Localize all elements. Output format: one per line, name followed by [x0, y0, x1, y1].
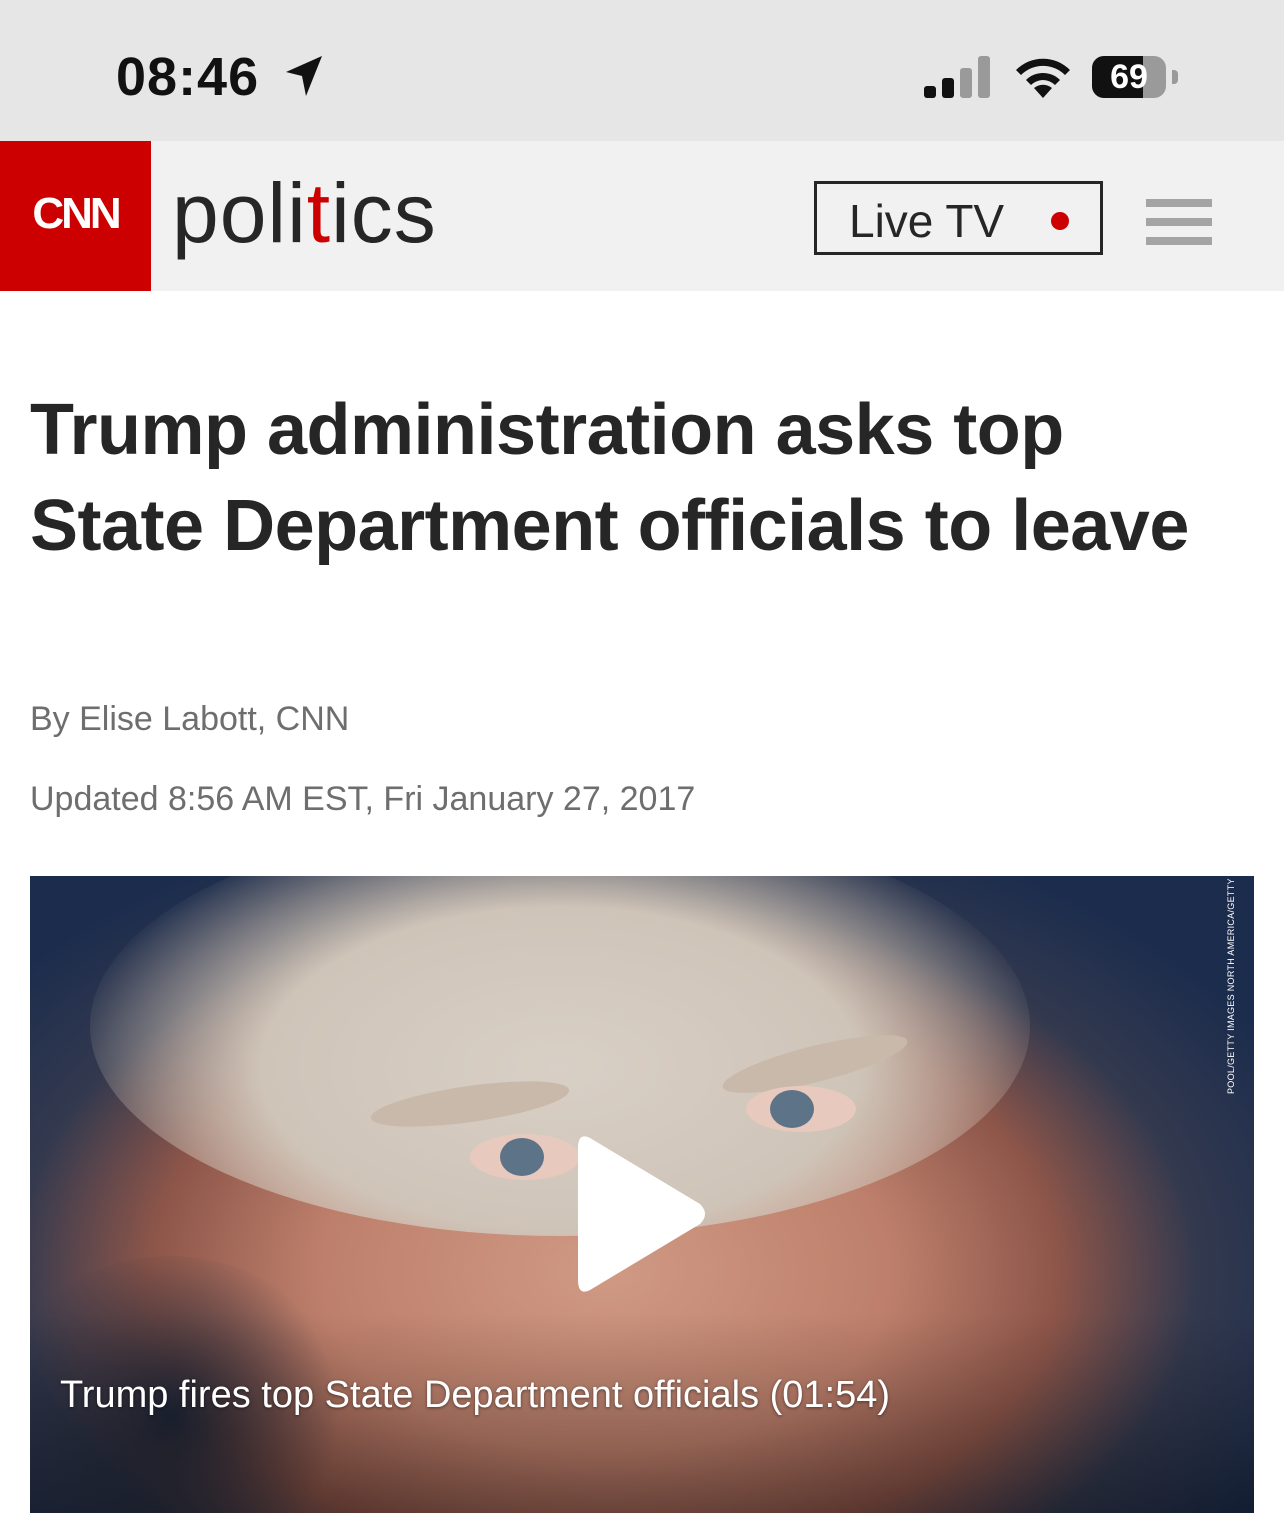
section-title-accent: t — [306, 166, 332, 260]
article-headline: Trump administration asks top State Depa… — [30, 390, 1189, 566]
cnn-logo-text: CNN — [32, 189, 121, 238]
thumbnail-detail — [770, 1090, 814, 1128]
cellular-signal-icon — [924, 56, 990, 98]
wifi-icon — [1016, 58, 1070, 98]
site-header: CNN politics Live TV — [0, 141, 1284, 291]
battery-tip — [1172, 70, 1178, 84]
live-tv-label: Live TV — [849, 195, 1005, 247]
hamburger-menu-icon[interactable] — [1146, 199, 1212, 245]
section-title[interactable]: politics — [172, 163, 437, 263]
thumbnail-detail — [500, 1138, 544, 1176]
live-dot-icon — [1051, 212, 1069, 230]
section-title-part: pol — [172, 166, 288, 260]
section-title-part: cs — [350, 166, 437, 260]
section-title-part: i — [287, 166, 307, 260]
photo-credit: POOL/GETTY IMAGES NORTH AMERICA/GETTY IM… — [1226, 876, 1236, 1094]
cnn-logo[interactable]: CNN — [0, 141, 151, 291]
battery-icon: 69 — [1092, 56, 1166, 98]
video-caption[interactable]: Trump fires top State Department officia… — [60, 1374, 890, 1417]
article-byline: By Elise Labott, CNN — [30, 700, 350, 738]
section-title-part: i — [331, 166, 351, 260]
play-icon[interactable] — [576, 1132, 710, 1296]
live-tv-button[interactable]: Live TV — [814, 181, 1103, 255]
status-bar: 08:46 69 — [0, 0, 1284, 141]
location-arrow-icon — [286, 56, 322, 96]
battery-level: 69 — [1110, 58, 1148, 96]
article-updated-timestamp: Updated 8:56 AM EST, Fri January 27, 201… — [30, 780, 696, 818]
video-player[interactable]: POOL/GETTY IMAGES NORTH AMERICA/GETTY IM… — [30, 876, 1254, 1513]
status-time: 08:46 — [116, 47, 260, 107]
